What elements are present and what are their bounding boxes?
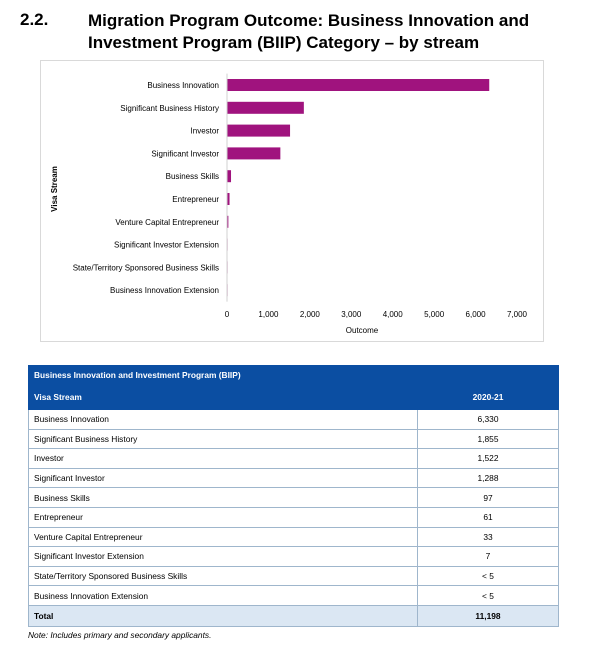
category-labels: Business Innovation Significant Business … xyxy=(73,81,220,295)
bar xyxy=(227,124,291,137)
table-row: Business Innovation 6,330 xyxy=(28,409,559,430)
header-year: 2020-21 xyxy=(417,384,559,410)
table-row: Investor 1,522 xyxy=(28,448,559,469)
category-label: Business Innovation Extension xyxy=(110,286,219,295)
table-row: Significant Investor Extension 7 xyxy=(28,546,559,567)
row-stream: Significant Investor xyxy=(28,468,418,489)
header-visa-stream: Visa Stream xyxy=(28,384,418,410)
bar xyxy=(227,101,304,114)
category-label: Business Skills xyxy=(166,172,219,181)
category-label: Business Innovation xyxy=(147,81,219,90)
x-tick-labels: 0 1,000 2,000 3,000 4,000 5,000 6,000 7,000 xyxy=(225,310,528,319)
category-label: Significant Investor xyxy=(151,149,219,158)
row-stream: Significant Investor Extension xyxy=(28,546,418,567)
row-value: < 5 xyxy=(417,566,559,587)
table-row: Significant Business History 1,855 xyxy=(28,429,559,450)
category-label: Venture Capital Entrepreneur xyxy=(115,218,219,227)
x-axis-label: Outcome xyxy=(346,326,379,335)
row-stream: Significant Business History xyxy=(28,429,418,450)
x-tick-label: 0 xyxy=(225,310,230,319)
x-tick-label: 3,000 xyxy=(341,310,362,319)
table-caption: Business Innovation and Investment Progr… xyxy=(28,365,559,385)
row-stream: Venture Capital Entrepreneur xyxy=(28,527,418,548)
row-value: 1,522 xyxy=(417,448,559,469)
section-number: 2.2. xyxy=(20,10,49,29)
total-value: 11,198 xyxy=(417,605,559,627)
bar-chart-svg: Business Innovation Significant Business … xyxy=(50,73,528,335)
row-value: 1,855 xyxy=(417,429,559,450)
row-value: 7 xyxy=(417,546,559,567)
table-row: Business Skills 97 xyxy=(28,487,559,508)
table-caption-row: Business Innovation and Investment Progr… xyxy=(28,365,559,385)
section-title: Migration Program Outcome: Business Inno… xyxy=(88,11,530,52)
total-label: Total xyxy=(28,605,418,627)
row-value: 6,330 xyxy=(417,409,559,430)
row-value: 61 xyxy=(417,507,559,528)
footnote: Note: Includes primary and secondary app… xyxy=(28,630,212,640)
table-row: Business Innovation Extension < 5 xyxy=(28,585,559,606)
x-tick-label: 1,000 xyxy=(258,310,279,319)
x-tick-label: 2,000 xyxy=(300,310,321,319)
table-row: Entrepreneur 61 xyxy=(28,507,559,528)
category-label: Significant Business History xyxy=(120,104,219,113)
x-tick-label: 7,000 xyxy=(507,310,528,319)
row-value: 1,288 xyxy=(417,468,559,489)
bar xyxy=(227,147,281,160)
table-row: Venture Capital Entrepreneur 33 xyxy=(28,527,559,548)
bars xyxy=(227,79,490,297)
table-row: State/Territory Sponsored Business Skill… xyxy=(28,566,559,587)
biip-table: Business Innovation and Investment Progr… xyxy=(28,365,559,627)
row-value: < 5 xyxy=(417,585,559,606)
category-label: State/Territory Sponsored Business Skill… xyxy=(73,263,219,272)
bar-chart: Business Innovation Significant Business … xyxy=(40,60,544,342)
category-label: Significant Investor Extension xyxy=(114,241,219,250)
row-value: 97 xyxy=(417,487,559,508)
x-tick-label: 4,000 xyxy=(383,310,404,319)
table-total-row: Total 11,198 xyxy=(28,605,559,627)
row-stream: Business Skills xyxy=(28,487,418,508)
row-stream: State/Territory Sponsored Business Skill… xyxy=(28,566,418,587)
bar xyxy=(227,170,232,183)
category-label: Investor xyxy=(191,127,220,136)
y-axis-label: Visa Stream xyxy=(50,166,59,212)
row-stream: Business Innovation Extension xyxy=(28,585,418,606)
x-tick-label: 6,000 xyxy=(466,310,487,319)
row-value: 33 xyxy=(417,527,559,548)
category-label: Entrepreneur xyxy=(172,195,219,204)
bar xyxy=(227,79,490,91)
x-tick-label: 5,000 xyxy=(424,310,445,319)
table-row: Significant Investor 1,288 xyxy=(28,468,559,489)
row-stream: Business Innovation xyxy=(28,409,418,430)
row-stream: Investor xyxy=(28,448,418,469)
row-stream: Entrepreneur xyxy=(28,507,418,528)
table-header-row: Visa Stream 2020-21 xyxy=(28,384,559,410)
